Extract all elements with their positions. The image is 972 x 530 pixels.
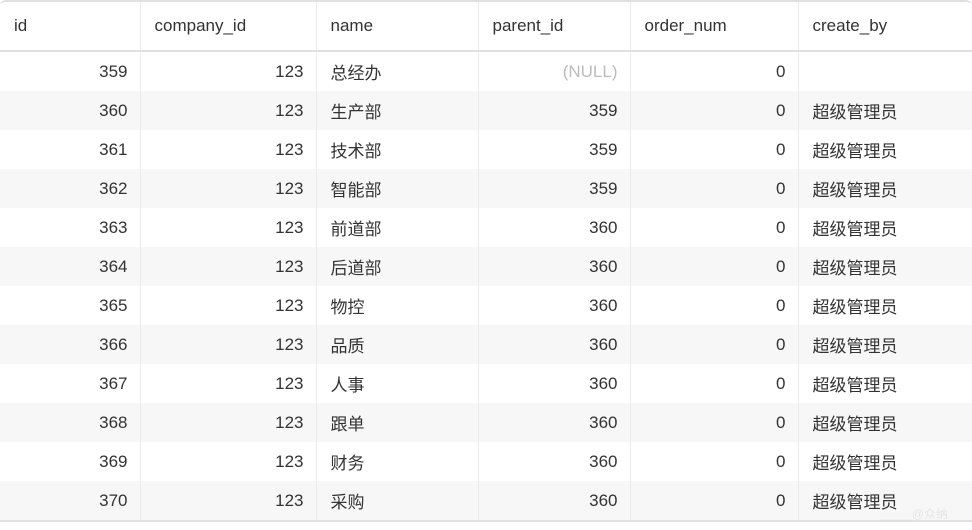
cell-order_num[interactable]: 0 [630, 403, 798, 442]
cell-parent_id[interactable]: 360 [478, 403, 630, 442]
cell-name[interactable]: 财务 [316, 442, 478, 481]
cell-create_by[interactable]: 超级管理员 [798, 325, 972, 364]
cell-id[interactable]: 362 [0, 169, 140, 208]
cell-parent_id[interactable]: 360 [478, 208, 630, 247]
cell-name[interactable]: 生产部 [316, 91, 478, 130]
cell-company_id[interactable]: 123 [140, 247, 316, 286]
cell-parent_id[interactable]: 360 [478, 364, 630, 403]
cell-id[interactable]: 359 [0, 51, 140, 91]
cell-parent_id[interactable]: 359 [478, 169, 630, 208]
cell-name[interactable]: 后道部 [316, 247, 478, 286]
data-table-container: id company_id name parent_id order_num c… [0, 0, 972, 522]
cell-parent_id[interactable]: 360 [478, 325, 630, 364]
table-body: 359123总经办(NULL)0360123生产部3590超级管理员361123… [0, 51, 972, 520]
cell-id[interactable]: 360 [0, 91, 140, 130]
cell-create_by[interactable] [798, 51, 972, 91]
cell-create_by[interactable]: 超级管理员 [798, 364, 972, 403]
data-table: id company_id name parent_id order_num c… [0, 2, 972, 520]
cell-company_id[interactable]: 123 [140, 481, 316, 520]
table-row[interactable]: 360123生产部3590超级管理员 [0, 91, 972, 130]
cell-order_num[interactable]: 0 [630, 130, 798, 169]
cell-name[interactable]: 技术部 [316, 130, 478, 169]
cell-id[interactable]: 366 [0, 325, 140, 364]
cell-order_num[interactable]: 0 [630, 51, 798, 91]
table-header-row: id company_id name parent_id order_num c… [0, 2, 972, 51]
cell-name[interactable]: 前道部 [316, 208, 478, 247]
cell-name[interactable]: 人事 [316, 364, 478, 403]
table-row[interactable]: 359123总经办(NULL)0 [0, 51, 972, 91]
cell-id[interactable]: 368 [0, 403, 140, 442]
cell-company_id[interactable]: 123 [140, 208, 316, 247]
cell-name[interactable]: 物控 [316, 286, 478, 325]
cell-name[interactable]: 采购 [316, 481, 478, 520]
cell-id[interactable]: 361 [0, 130, 140, 169]
cell-order_num[interactable]: 0 [630, 169, 798, 208]
cell-create_by[interactable]: 超级管理员 [798, 91, 972, 130]
column-header-id[interactable]: id [0, 2, 140, 51]
cell-order_num[interactable]: 0 [630, 247, 798, 286]
cell-order_num[interactable]: 0 [630, 481, 798, 520]
cell-create_by[interactable]: 超级管理员 [798, 442, 972, 481]
cell-parent_id[interactable]: 360 [478, 286, 630, 325]
cell-order_num[interactable]: 0 [630, 286, 798, 325]
table-row[interactable]: 364123后道部3600超级管理员 [0, 247, 972, 286]
cell-company_id[interactable]: 123 [140, 91, 316, 130]
cell-create_by[interactable]: 超级管理员 [798, 247, 972, 286]
cell-create_by[interactable]: 超级管理员 [798, 208, 972, 247]
cell-order_num[interactable]: 0 [630, 442, 798, 481]
cell-create_by[interactable]: 超级管理员 [798, 130, 972, 169]
cell-id[interactable]: 370 [0, 481, 140, 520]
cell-id[interactable]: 363 [0, 208, 140, 247]
cell-order_num[interactable]: 0 [630, 325, 798, 364]
column-header-parent-id[interactable]: parent_id [478, 2, 630, 51]
column-header-name[interactable]: name [316, 2, 478, 51]
cell-name[interactable]: 智能部 [316, 169, 478, 208]
cell-company_id[interactable]: 123 [140, 403, 316, 442]
cell-id[interactable]: 364 [0, 247, 140, 286]
cell-parent_id[interactable]: (NULL) [478, 51, 630, 91]
cell-create_by[interactable]: 超级管理员 [798, 169, 972, 208]
table-row[interactable]: 367123人事3600超级管理员 [0, 364, 972, 403]
column-header-order-num[interactable]: order_num [630, 2, 798, 51]
table-row[interactable]: 363123前道部3600超级管理员 [0, 208, 972, 247]
cell-parent_id[interactable]: 359 [478, 130, 630, 169]
cell-id[interactable]: 367 [0, 364, 140, 403]
cell-order_num[interactable]: 0 [630, 91, 798, 130]
cell-parent_id[interactable]: 360 [478, 442, 630, 481]
cell-name[interactable]: 品质 [316, 325, 478, 364]
cell-create_by[interactable]: 超级管理员 [798, 481, 972, 520]
cell-create_by[interactable]: 超级管理员 [798, 403, 972, 442]
cell-parent_id[interactable]: 359 [478, 91, 630, 130]
table-row[interactable]: 370123采购3600超级管理员 [0, 481, 972, 520]
cell-id[interactable]: 369 [0, 442, 140, 481]
cell-create_by[interactable]: 超级管理员 [798, 286, 972, 325]
column-header-create-by[interactable]: create_by [798, 2, 972, 51]
cell-parent_id[interactable]: 360 [478, 247, 630, 286]
cell-company_id[interactable]: 123 [140, 325, 316, 364]
cell-id[interactable]: 365 [0, 286, 140, 325]
cell-parent_id[interactable]: 360 [478, 481, 630, 520]
cell-company_id[interactable]: 123 [140, 442, 316, 481]
cell-order_num[interactable]: 0 [630, 364, 798, 403]
table-row[interactable]: 366123品质3600超级管理员 [0, 325, 972, 364]
cell-name[interactable]: 总经办 [316, 51, 478, 91]
column-header-company-id[interactable]: company_id [140, 2, 316, 51]
table-row[interactable]: 365123物控3600超级管理员 [0, 286, 972, 325]
cell-company_id[interactable]: 123 [140, 130, 316, 169]
cell-company_id[interactable]: 123 [140, 364, 316, 403]
table-row[interactable]: 369123财务3600超级管理员 [0, 442, 972, 481]
cell-company_id[interactable]: 123 [140, 169, 316, 208]
table-row[interactable]: 361123技术部3590超级管理员 [0, 130, 972, 169]
cell-company_id[interactable]: 123 [140, 51, 316, 91]
table-row[interactable]: 368123跟单3600超级管理员 [0, 403, 972, 442]
cell-company_id[interactable]: 123 [140, 286, 316, 325]
cell-order_num[interactable]: 0 [630, 208, 798, 247]
cell-name[interactable]: 跟单 [316, 403, 478, 442]
table-row[interactable]: 362123智能部3590超级管理员 [0, 169, 972, 208]
